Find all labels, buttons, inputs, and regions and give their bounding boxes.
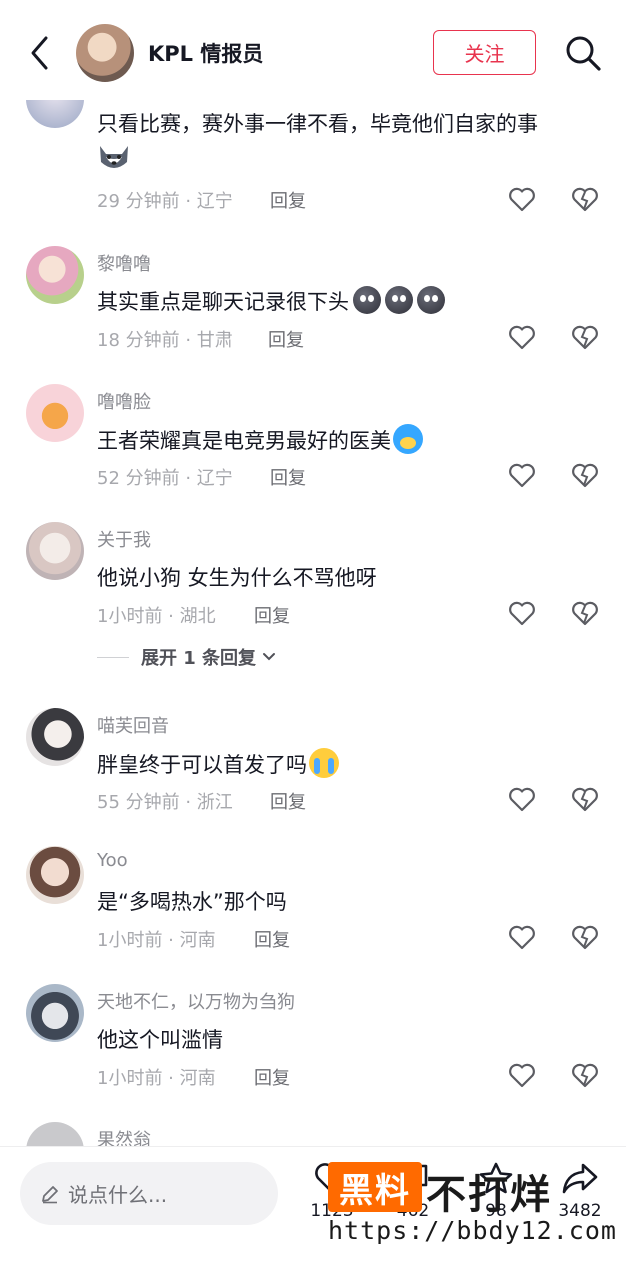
husky-icon xyxy=(100,146,128,168)
reply-button[interactable]: 回复 xyxy=(254,926,290,952)
avatar[interactable] xyxy=(26,984,84,1042)
broken-heart-icon[interactable] xyxy=(571,600,599,626)
broken-heart-icon[interactable] xyxy=(571,786,599,812)
heart-icon[interactable] xyxy=(508,1062,536,1088)
favorite-count: 98 xyxy=(485,1201,507,1221)
comment-text: 他说小狗 女生为什么不骂他呀 xyxy=(97,566,377,590)
heart-icon[interactable] xyxy=(508,786,536,812)
username[interactable]: 黎噜噜 xyxy=(97,250,151,276)
author-name[interactable]: KPL 情报员 xyxy=(148,38,263,68)
follow-button[interactable]: 关注 xyxy=(433,30,536,75)
comment-meta: 52 分钟前 · 辽宁 xyxy=(97,468,233,489)
blue-face-emoji xyxy=(393,424,423,454)
reply-button[interactable]: 回复 xyxy=(270,788,306,814)
comment-meta: 29 分钟前 · 辽宁 xyxy=(97,191,233,212)
reply-button[interactable]: 回复 xyxy=(268,326,304,352)
comment-bubble-icon xyxy=(398,1164,428,1193)
broken-heart-icon[interactable] xyxy=(571,924,599,950)
favorite-button[interactable]: 98 xyxy=(466,1161,526,1231)
comment-meta: 18 分钟前 · 甘肃 xyxy=(97,330,233,351)
reply-button[interactable]: 回复 xyxy=(254,602,290,628)
like-count: 1123 xyxy=(310,1201,354,1221)
comment-button[interactable]: 462 xyxy=(383,1161,443,1231)
username[interactable]: 噜噜脸 xyxy=(97,388,151,414)
ball-emoji xyxy=(353,286,381,314)
back-arrow-icon[interactable] xyxy=(26,34,56,72)
comment-count: 462 xyxy=(396,1201,430,1221)
comment-meta: 1小时前 · 河南 xyxy=(97,930,216,951)
comment-text: 只看比赛，赛外事一律不看，毕竟他们自家的事 xyxy=(97,112,538,136)
expand-replies-button[interactable]: 展开 1 条回复 xyxy=(97,645,276,669)
comment-meta: 1小时前 · 湖北 xyxy=(97,606,216,627)
comment-meta: 55 分钟前 · 浙江 xyxy=(97,792,233,813)
username[interactable]: Yoo xyxy=(97,850,128,871)
crying-emoji xyxy=(309,748,339,778)
comment-text: 他这个叫滥情 xyxy=(97,1028,223,1052)
ball-emoji xyxy=(417,286,445,314)
heart-icon xyxy=(315,1163,349,1194)
broken-heart-icon[interactable] xyxy=(571,186,599,212)
heart-icon[interactable] xyxy=(508,462,536,488)
username[interactable]: 喵芙回音 xyxy=(97,712,169,738)
chevron-down-icon xyxy=(263,653,276,661)
reply-button[interactable]: 回复 xyxy=(270,187,306,213)
comment-text: 是“多喝热水”那个吗 xyxy=(97,890,287,914)
broken-heart-icon[interactable] xyxy=(571,324,599,350)
share-button[interactable]: 3482 xyxy=(550,1161,610,1231)
heart-icon[interactable] xyxy=(508,186,536,212)
username[interactable]: 关于我 xyxy=(97,526,151,552)
avatar[interactable] xyxy=(26,846,84,904)
bottom-action-bar: 说点什么... 1123 462 98 3482 xyxy=(0,1146,626,1280)
comment-text: 王者荣耀真是电竞男最好的医美 xyxy=(97,424,423,455)
divider xyxy=(97,656,129,658)
heart-icon[interactable] xyxy=(508,924,536,950)
avatar[interactable] xyxy=(26,522,84,580)
heart-icon[interactable] xyxy=(508,600,536,626)
broken-heart-icon[interactable] xyxy=(571,462,599,488)
expand-replies-label: 展开 1 条回复 xyxy=(141,648,257,669)
comment-meta: 1小时前 · 河南 xyxy=(97,1068,216,1089)
comment-input[interactable]: 说点什么... xyxy=(20,1162,278,1225)
heart-icon[interactable] xyxy=(508,324,536,350)
share-count: 3482 xyxy=(558,1201,602,1221)
avatar[interactable] xyxy=(26,708,84,766)
avatar[interactable] xyxy=(26,384,84,442)
top-bar: KPL 情报员 关注 xyxy=(0,0,626,100)
search-icon[interactable] xyxy=(564,34,602,72)
share-arrow-icon xyxy=(562,1163,598,1194)
ball-emoji xyxy=(385,286,413,314)
comment-text: 胖皇终于可以首发了吗 xyxy=(97,748,339,779)
reply-button[interactable]: 回复 xyxy=(270,464,306,490)
comment-text: 其实重点是聊天记录很下头 xyxy=(97,286,445,316)
like-button[interactable]: 1123 xyxy=(302,1161,362,1231)
username[interactable]: 天地不仁，以万物为刍狗 xyxy=(97,988,295,1014)
input-placeholder: 说点什么... xyxy=(68,1183,168,1207)
avatar[interactable] xyxy=(26,246,84,304)
star-icon xyxy=(479,1162,513,1194)
author-avatar[interactable] xyxy=(76,24,134,82)
reply-button[interactable]: 回复 xyxy=(254,1064,290,1090)
pencil-icon xyxy=(42,1185,58,1203)
broken-heart-icon[interactable] xyxy=(571,1062,599,1088)
